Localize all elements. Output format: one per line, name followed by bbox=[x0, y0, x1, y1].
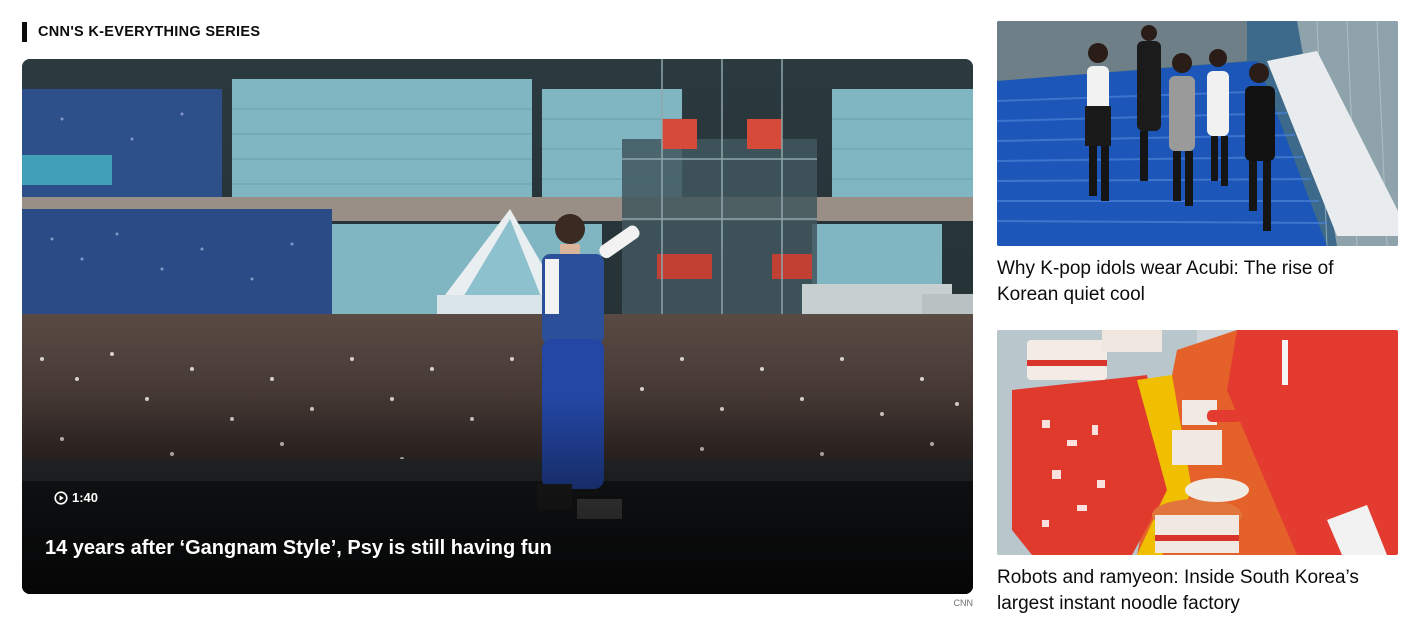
headline-gradient-overlay bbox=[22, 394, 973, 594]
side-story-card[interactable]: Robots and ramyeon: Inside South Korea’s… bbox=[997, 330, 1398, 617]
section-title: CNN'S K-EVERYTHING SERIES bbox=[38, 24, 261, 40]
side-story-headline[interactable]: Robots and ramyeon: Inside South Korea’s… bbox=[997, 565, 1398, 617]
side-story-thumbnail[interactable] bbox=[997, 330, 1398, 555]
duration-label: 1:40 bbox=[72, 490, 99, 505]
section-accent-bar bbox=[22, 22, 27, 42]
section-header: CNN'S K-EVERYTHING SERIES bbox=[22, 22, 260, 42]
image-credit: CNN bbox=[953, 598, 974, 608]
side-story-headline[interactable]: Why K-pop idols wear Acubi: The rise of … bbox=[997, 256, 1398, 308]
side-story-thumbnail[interactable] bbox=[997, 21, 1398, 246]
video-duration: 1:40 bbox=[54, 490, 98, 505]
side-story-card[interactable]: Why K-pop idols wear Acubi: The rise of … bbox=[997, 21, 1398, 308]
main-story-headline[interactable]: 14 years after ‘Gangnam Style’, Psy is s… bbox=[45, 535, 949, 561]
play-circle-icon bbox=[54, 490, 68, 505]
main-video-card[interactable]: 1:40 14 years after ‘Gangnam Style’, Psy… bbox=[22, 59, 973, 594]
